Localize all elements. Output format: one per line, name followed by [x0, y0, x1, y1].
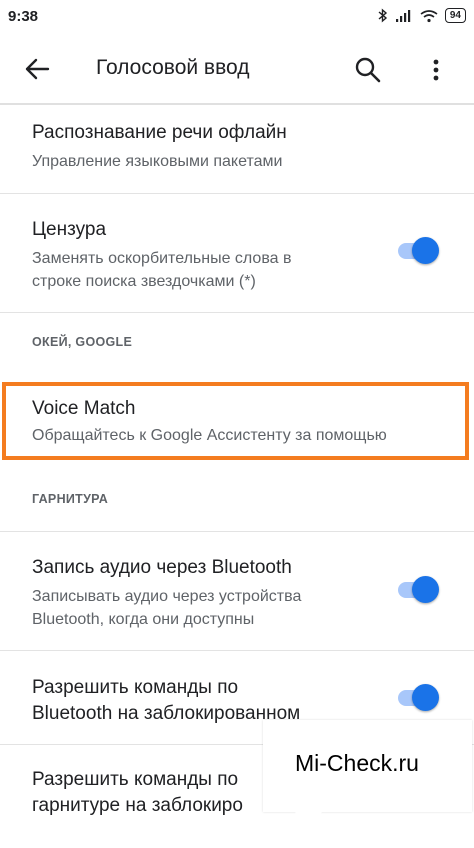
- wifi-icon: [420, 9, 438, 22]
- setting-title-line: Разрешить команды по: [32, 677, 239, 698]
- section-header-headset: ГАРНИТУРА: [32, 492, 109, 506]
- setting-censorship[interactable]: Цензура Заменять оскорбительные слова в …: [32, 218, 292, 293]
- setting-bluetooth-audio[interactable]: Запись аудио через Bluetooth Записывать …: [32, 556, 301, 631]
- back-arrow-icon[interactable]: [18, 54, 58, 84]
- bluetooth-audio-toggle[interactable]: [396, 576, 440, 604]
- bluetooth-icon: [378, 8, 387, 23]
- toggle-knob: [412, 237, 439, 264]
- divider: [0, 650, 474, 651]
- setting-title-line: гарнитуре на заблокиро: [32, 795, 243, 816]
- status-icons: 94: [378, 8, 466, 23]
- setting-title-line: Bluetooth на заблокированном: [32, 703, 301, 724]
- status-time: 9:38: [8, 8, 39, 25]
- toggle-knob: [412, 576, 439, 603]
- divider: [0, 193, 474, 194]
- divider: [0, 312, 474, 313]
- highlight-frame: [2, 382, 469, 460]
- setting-subtitle: Управление языковыми пакетами: [32, 153, 283, 170]
- section-header-ok-google: ОКЕЙ, GOOGLE: [32, 335, 133, 349]
- setting-title: Распознавание речи офлайн: [32, 122, 287, 143]
- censorship-toggle[interactable]: [396, 237, 440, 265]
- setting-title: Цензура: [32, 219, 107, 240]
- setting-subtitle-line: строке поиска звездочками (*): [32, 273, 256, 290]
- setting-subtitle-line: Записывать аудио через устройства: [32, 588, 302, 605]
- setting-title-line: Разрешить команды по: [32, 769, 239, 790]
- setting-subtitle-line: Заменять оскорбительные слова в: [32, 250, 292, 267]
- toggle-knob: [412, 684, 439, 711]
- setting-offline-recognition[interactable]: Распознавание речи офлайн Управление язы…: [32, 121, 287, 173]
- watermark: Mi-Check.ru: [263, 720, 472, 848]
- setting-subtitle-line: Bluetooth, когда они доступны: [32, 611, 255, 628]
- more-options-icon[interactable]: [424, 54, 448, 86]
- app-bar-divider: [0, 103, 474, 105]
- divider: [0, 531, 474, 532]
- status-bar: 9:38 94: [0, 0, 474, 34]
- watermark-tail: [295, 810, 323, 848]
- search-icon[interactable]: [352, 54, 384, 86]
- app-bar: Голосовой ввод: [0, 34, 474, 104]
- setting-title: Запись аудио через Bluetooth: [32, 557, 292, 578]
- setting-bluetooth-locked-commands[interactable]: Разрешить команды по Bluetooth на заблок…: [32, 676, 300, 726]
- bluetooth-locked-toggle[interactable]: [396, 684, 440, 712]
- watermark-text: Mi-Check.ru: [295, 750, 419, 776]
- setting-headset-locked-commands[interactable]: Разрешить команды по гарнитуре на заблок…: [32, 768, 243, 818]
- page-title: Голосовой ввод: [96, 56, 250, 79]
- signal-icon: [395, 9, 411, 22]
- battery-icon: 94: [444, 8, 466, 23]
